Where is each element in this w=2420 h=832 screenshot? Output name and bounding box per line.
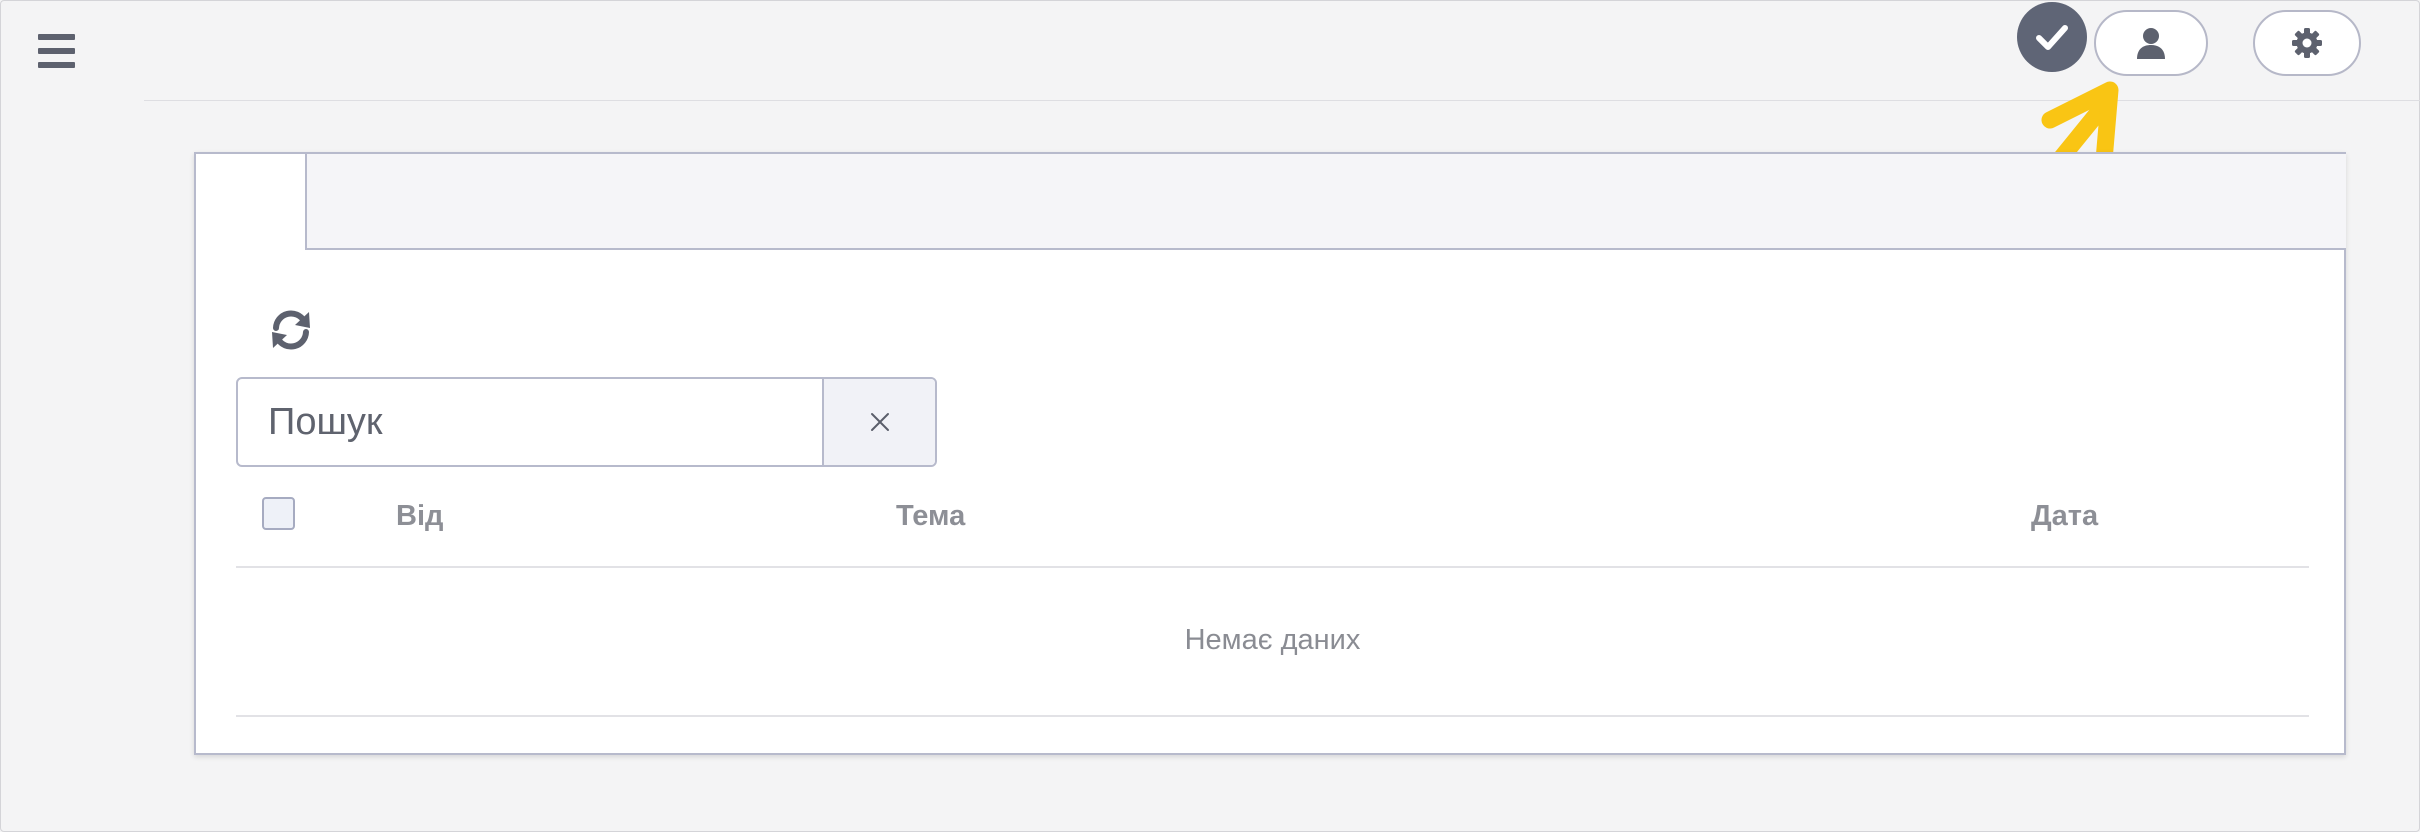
- clear-search-button[interactable]: [822, 379, 935, 465]
- empty-state-message: Немає даних: [1184, 624, 1361, 656]
- column-header-date[interactable]: Дата: [2031, 500, 2098, 533]
- messages-panel: Від Тема Дата Немає даних: [194, 152, 2346, 755]
- column-header-from[interactable]: Від: [396, 500, 443, 533]
- status-check-button[interactable]: [2017, 2, 2087, 72]
- header-row-divider: [236, 566, 2309, 568]
- gear-icon: [2292, 28, 2322, 58]
- search-input[interactable]: [238, 379, 822, 465]
- hamburger-menu-icon[interactable]: [38, 34, 75, 68]
- table-bottom-divider: [236, 715, 2309, 717]
- tab-strip: [305, 154, 2346, 250]
- search-box: [236, 377, 937, 467]
- user-icon: [2137, 28, 2165, 59]
- check-icon: [2036, 25, 2068, 50]
- settings-button[interactable]: [2253, 10, 2361, 76]
- close-icon: [871, 413, 889, 431]
- column-header-subject[interactable]: Тема: [896, 500, 965, 533]
- select-all-checkbox[interactable]: [262, 497, 295, 530]
- user-profile-button[interactable]: [2094, 10, 2208, 76]
- refresh-icon[interactable]: [269, 308, 313, 352]
